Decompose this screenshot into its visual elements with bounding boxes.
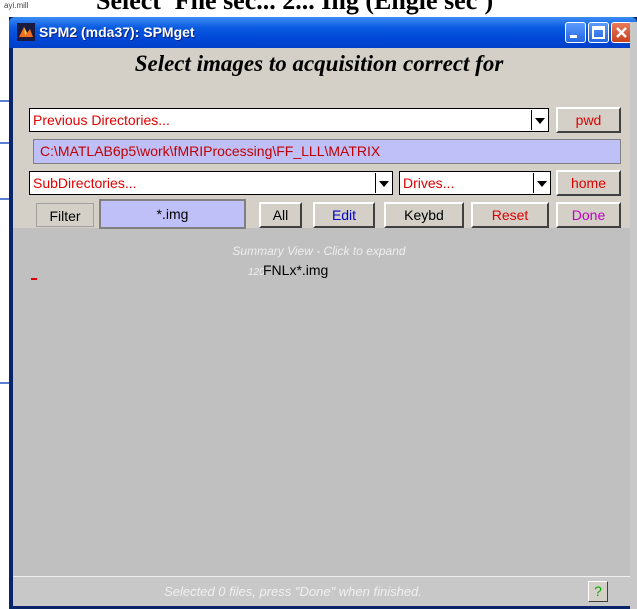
file-pattern-item[interactable]: FNLx*.img <box>263 262 328 278</box>
keybd-button[interactable]: Keybd <box>384 202 464 228</box>
page-title: Select images to acquisition correct for <box>134 51 504 76</box>
filter-label: Filter <box>36 203 94 227</box>
minimize-icon <box>570 35 577 38</box>
close-icon <box>616 27 627 38</box>
subdirectories-dropdown[interactable]: SubDirectories... <box>29 171 393 195</box>
maximize-button[interactable] <box>588 22 609 43</box>
status-message: Selected 0 files, press "Done" when fini… <box>164 584 422 599</box>
background-corner-text: ayi.mill <box>4 1 29 10</box>
close-button[interactable] <box>611 22 632 43</box>
matlab-icon <box>17 23 35 41</box>
help-button[interactable]: ? <box>588 581 608 602</box>
chevron-down-icon[interactable] <box>533 173 549 193</box>
chevron-down-icon[interactable] <box>531 110 547 130</box>
status-bar: Selected 0 files, press "Done" when fini… <box>13 576 631 606</box>
reset-button[interactable]: Reset <box>471 202 549 228</box>
window-client-area: Select images to acquisition correct for… <box>13 48 631 606</box>
edit-button[interactable]: Edit <box>313 202 375 228</box>
filter-input[interactable]: *.img <box>99 199 246 229</box>
background-right-strip <box>630 22 637 609</box>
current-path-display: C:\MATLAB6p5\work\fMRIProcessing\FF_LLL\… <box>33 139 621 164</box>
done-button[interactable]: Done <box>556 202 621 228</box>
summary-view-label[interactable]: Summary View - Click to expand <box>13 244 625 258</box>
home-button[interactable]: home <box>556 170 621 196</box>
previous-directories-label: Previous Directories... <box>33 112 170 128</box>
control-panel: Select images to acquisition correct for… <box>13 48 631 229</box>
previous-directories-dropdown[interactable]: Previous Directories... <box>29 108 549 132</box>
pwd-button[interactable]: pwd <box>556 107 621 133</box>
window-title: SPM2 (mda37): SPMget <box>39 24 195 40</box>
chevron-down-icon[interactable] <box>375 173 391 193</box>
drives-label: Drives... <box>403 175 455 191</box>
minimize-button[interactable] <box>565 22 586 43</box>
maximize-icon <box>592 26 605 39</box>
all-button[interactable]: All <box>259 202 302 228</box>
title-bar[interactable]: SPM2 (mda37): SPMget <box>9 17 637 48</box>
spmget-window: SPM2 (mda37): SPMget Select images to ac… <box>9 17 637 609</box>
subdirectories-label: SubDirectories... <box>33 175 137 191</box>
selection-marker <box>31 278 37 280</box>
drives-dropdown[interactable]: Drives... <box>399 171 551 195</box>
background-heading-text: Select 'Fhe sec... 2... Ing (Engle sec') <box>96 0 494 15</box>
